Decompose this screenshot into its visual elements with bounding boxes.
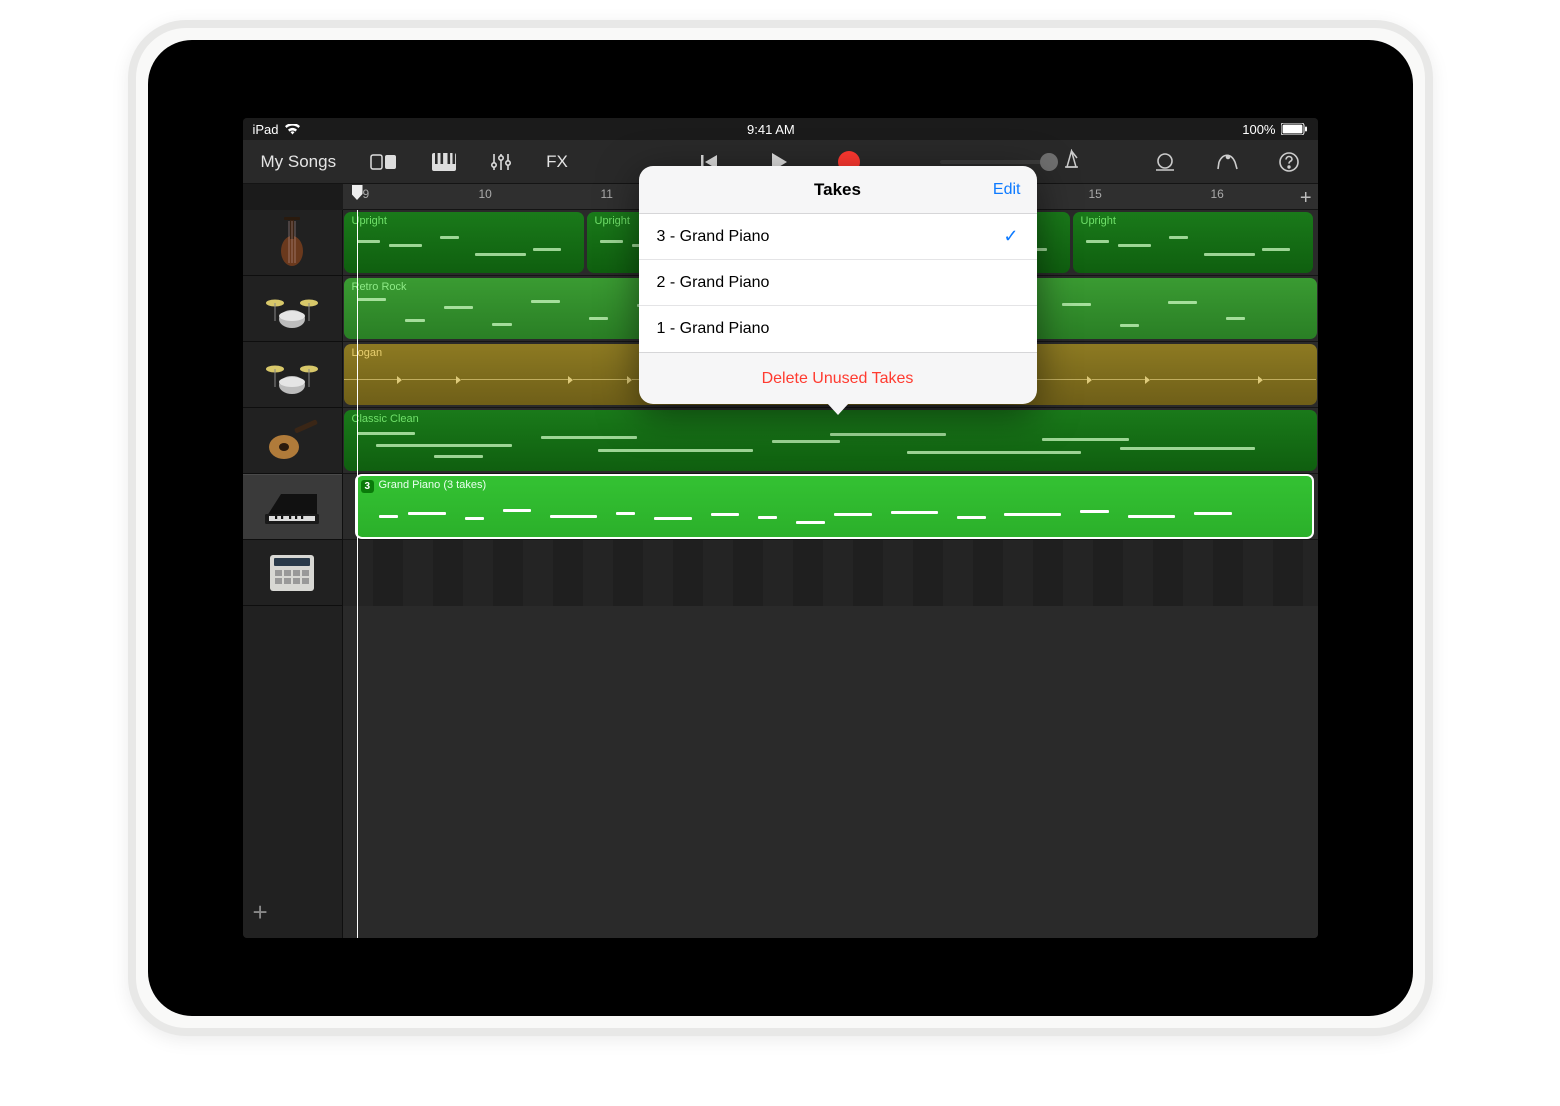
mixer-icon[interactable] [482, 147, 520, 177]
ruler-num: 16 [1211, 187, 1224, 201]
device-label: iPad [253, 122, 279, 137]
region[interactable]: Classic Clean [344, 410, 1317, 471]
sampler-icon [261, 548, 323, 598]
track-lane[interactable] [343, 540, 1318, 606]
ipad-frame: iPad 9:41 AM 100% My Songs FX [128, 20, 1433, 1036]
take-item[interactable]: 3 - Grand Piano✓ [639, 214, 1037, 260]
track-lane-selected[interactable]: 3 Grand Piano (3 takes) [343, 474, 1318, 540]
track-headers: + [243, 210, 343, 938]
loop-icon[interactable] [1146, 147, 1184, 177]
popover-edit-button[interactable]: Edit [993, 181, 1021, 199]
wifi-icon [285, 124, 300, 135]
view-browser-icon[interactable] [362, 147, 406, 177]
drums-icon [261, 350, 323, 400]
ruler-num: 15 [1089, 187, 1102, 201]
delete-unused-button[interactable]: Delete Unused Takes [639, 352, 1037, 404]
my-songs-button[interactable]: My Songs [253, 147, 345, 177]
ruler-num: 9 [363, 187, 370, 201]
fx-button[interactable]: FX [538, 147, 576, 177]
ruler-num: 11 [601, 187, 613, 201]
add-region-icon[interactable]: + [1300, 187, 1312, 210]
takes-popover: Takes Edit 3 - Grand Piano✓ 2 - Grand Pi… [639, 166, 1037, 404]
arrangement-area[interactable]: Upright Upright Upright Upright Retro Ro… [343, 210, 1318, 938]
guitar-icon [261, 416, 323, 466]
track-header[interactable] [243, 342, 342, 408]
cello-icon [261, 218, 323, 268]
checkmark-icon: ✓ [1003, 226, 1018, 247]
metronome-icon[interactable] [1062, 149, 1081, 174]
status-bar: iPad 9:41 AM 100% [243, 118, 1318, 140]
track-lane[interactable]: Classic Clean [343, 408, 1318, 474]
region[interactable]: Upright [344, 212, 584, 273]
track-header[interactable] [243, 210, 342, 276]
battery-icon [1281, 123, 1307, 135]
clock: 9:41 AM [747, 122, 795, 137]
settings-icon[interactable] [1208, 147, 1246, 177]
region-selected[interactable]: 3 Grand Piano (3 takes) [355, 474, 1314, 539]
track-header-selected[interactable] [243, 474, 342, 540]
screen: iPad 9:41 AM 100% My Songs FX [243, 118, 1318, 938]
popover-title: Takes [814, 180, 861, 200]
add-track-icon[interactable]: + [253, 897, 268, 928]
keyboard-icon[interactable] [424, 147, 464, 177]
battery-label: 100% [1242, 122, 1275, 137]
drums-icon [261, 284, 323, 334]
piano-icon [261, 482, 323, 532]
playhead[interactable] [357, 210, 358, 938]
take-item[interactable]: 1 - Grand Piano [639, 306, 1037, 352]
region[interactable]: Upright [1073, 212, 1313, 273]
track-header[interactable] [243, 540, 342, 606]
help-icon[interactable] [1270, 147, 1308, 177]
track-header[interactable] [243, 276, 342, 342]
track-header[interactable] [243, 408, 342, 474]
take-item[interactable]: 2 - Grand Piano [639, 260, 1037, 306]
ruler-num: 10 [479, 187, 492, 201]
